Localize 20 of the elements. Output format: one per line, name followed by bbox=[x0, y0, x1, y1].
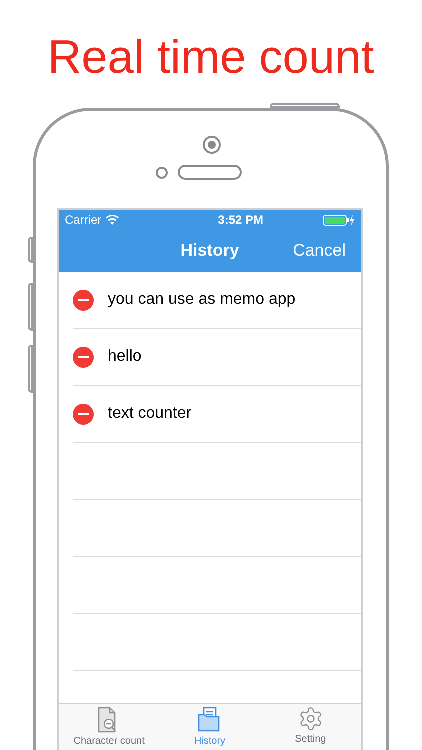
memo-entry[interactable]: hello bbox=[108, 345, 142, 369]
wifi-icon bbox=[106, 215, 119, 225]
camera-icon bbox=[203, 136, 221, 154]
headline: Real time count bbox=[48, 32, 374, 80]
speaker-grille bbox=[178, 165, 242, 180]
nav-title: History bbox=[180, 240, 240, 262]
memo-entry[interactable]: you can use as memo app bbox=[108, 288, 296, 312]
status-time: 3:52 PM bbox=[218, 212, 264, 229]
cancel-button[interactable]: Cancel bbox=[293, 238, 346, 264]
tab-item[interactable]: Character count bbox=[59, 704, 160, 750]
sensor-icon bbox=[156, 167, 168, 179]
delete-icon[interactable] bbox=[73, 346, 94, 368]
settings-icon bbox=[298, 706, 324, 732]
carrier-label: Carrier bbox=[65, 212, 102, 229]
memo-entry[interactable]: text counter bbox=[108, 402, 192, 426]
tab-item[interactable]: History bbox=[160, 704, 260, 750]
delete-icon[interactable] bbox=[73, 404, 94, 424]
delete-icon[interactable] bbox=[73, 290, 94, 310]
tab-item[interactable]: Setting bbox=[260, 704, 362, 750]
battery-charging-icon bbox=[323, 214, 355, 226]
